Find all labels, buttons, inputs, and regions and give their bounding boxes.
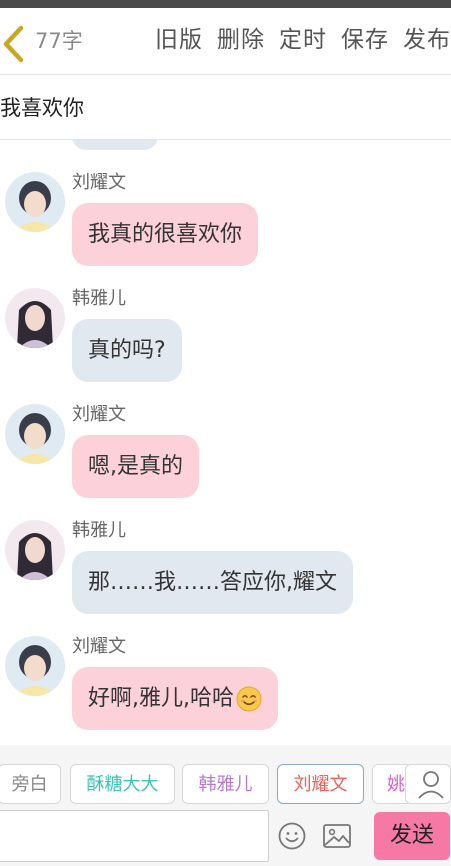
role-liuyaowen[interactable]: 刘耀文 <box>277 764 364 804</box>
message-bubble[interactable]: 嗯,是真的 <box>72 435 199 498</box>
boy-avatar-icon <box>5 172 65 232</box>
person-icon[interactable] <box>405 764 451 804</box>
story-title-row[interactable]: 我喜欢你 <box>0 75 451 140</box>
toolbar-actions: 旧版 删除 定时 保存 发布 <box>141 26 451 54</box>
girl-avatar-icon <box>5 288 65 348</box>
message-text: 好啊,雅儿,哈哈 <box>88 686 234 711</box>
story-title[interactable]: 我喜欢你 <box>0 95 84 121</box>
sender-name: 韩雅儿 <box>72 520 126 541</box>
sender-name: 刘耀文 <box>72 404 126 425</box>
avatar[interactable] <box>5 520 65 580</box>
schedule-button[interactable]: 定时 <box>279 26 327 54</box>
top-toolbar: 77字 旧版 删除 定时 保存 发布 <box>0 8 451 75</box>
delete-button[interactable]: 删除 <box>217 26 265 54</box>
message-input[interactable] <box>0 810 269 862</box>
message-bubble[interactable]: 我真的很喜欢你 <box>72 203 259 266</box>
message-input-bar: 发送 <box>0 807 451 866</box>
girl-avatar-icon <box>5 520 65 580</box>
previous-message-bubble <box>72 140 158 150</box>
save-button[interactable]: 保存 <box>341 26 389 54</box>
message-bubble[interactable]: 好啊,雅儿,哈哈 <box>72 667 278 730</box>
message-bubble[interactable]: 那……我……答应你,耀文 <box>72 551 353 614</box>
emoji-icon[interactable] <box>278 822 306 850</box>
sender-name: 韩雅儿 <box>72 288 126 309</box>
sender-name: 刘耀文 <box>72 172 126 193</box>
role-hanyaer[interactable]: 韩雅儿 <box>182 764 269 804</box>
send-button[interactable]: 发送 <box>374 812 450 860</box>
image-icon[interactable] <box>322 822 352 850</box>
message-text: 我真的很喜欢你 <box>88 222 243 247</box>
smiling-face-icon <box>236 686 262 712</box>
boy-avatar-icon <box>5 636 65 696</box>
message-bubble[interactable]: 真的吗? <box>72 319 182 382</box>
boy-avatar-icon <box>5 404 65 464</box>
word-count: 77字 <box>35 29 83 53</box>
sender-name: 刘耀文 <box>72 636 126 657</box>
avatar[interactable] <box>5 636 65 696</box>
role-sutang[interactable]: 酥糖大大 <box>70 764 175 804</box>
status-bar <box>0 0 451 8</box>
message-text: 那……我……答应你,耀文 <box>88 570 337 595</box>
chat-list[interactable]: 刘耀文 我真的很喜欢你 韩雅儿 真的吗? 刘耀文 嗯,是真的 韩雅儿 那……我…… <box>0 140 451 745</box>
avatar[interactable] <box>5 288 65 348</box>
avatar[interactable] <box>5 404 65 464</box>
back-arrow-icon[interactable] <box>0 24 30 64</box>
avatar[interactable] <box>5 172 65 232</box>
role-narrator[interactable]: 旁白 <box>0 764 61 804</box>
publish-button[interactable]: 发布 <box>403 26 451 54</box>
old-version-button[interactable]: 旧版 <box>155 26 203 54</box>
message-text: 真的吗? <box>88 338 166 363</box>
message-text: 嗯,是真的 <box>88 454 183 479</box>
